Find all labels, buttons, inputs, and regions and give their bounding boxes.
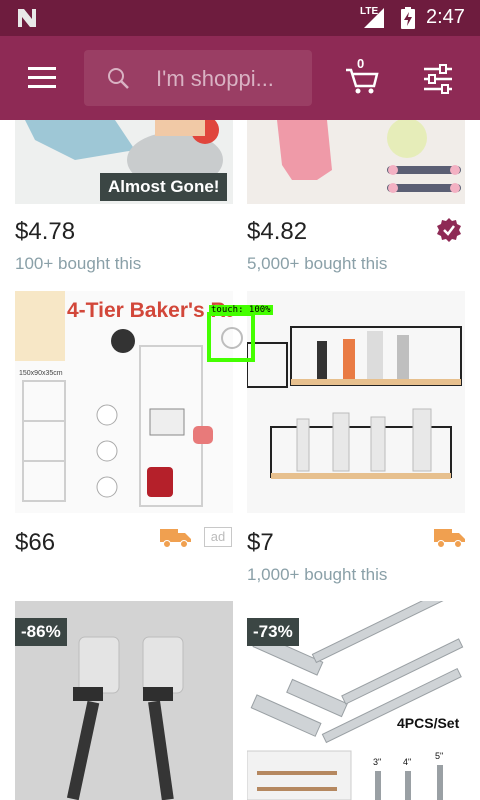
signal-icon: [364, 8, 384, 28]
search-box[interactable]: I'm shoppi...: [84, 50, 312, 106]
product-card[interactable]: $4.82 5,000+ bought this: [247, 120, 465, 290]
touch-indicator: [207, 312, 255, 362]
size-label-4: 4": [403, 757, 411, 767]
android-n-icon: [18, 9, 36, 27]
product-image[interactable]: 4-Tier Baker's Rack 150x90x35cm: [15, 291, 233, 513]
bought-count: 100+ bought this: [15, 254, 142, 273]
product-price: $66: [15, 529, 56, 556]
product-card[interactable]: Almost Gone! $4.78 100+ bought this: [15, 120, 233, 290]
product-card[interactable]: -86%: [15, 601, 233, 800]
menu-icon[interactable]: [22, 60, 62, 96]
filter-settings-icon[interactable]: [420, 62, 456, 96]
image-size-label: 150x90x35cm: [19, 370, 63, 377]
search-icon: [108, 68, 129, 89]
discount-badge: -86%: [15, 618, 67, 646]
product-price: $4.82: [247, 218, 308, 245]
size-label-5: 5": [435, 751, 443, 761]
product-price: $7: [247, 529, 274, 556]
app-bar: I'm shoppi... 0: [0, 36, 480, 120]
size-label-3: 3": [373, 757, 381, 767]
bought-count: 1,000+ bought this: [247, 565, 388, 584]
delivery-truck-icon: [434, 529, 465, 548]
status-bar: LTE 2:47: [0, 0, 480, 36]
battery-charging-icon: [401, 7, 415, 29]
search-input[interactable]: I'm shoppi...: [156, 66, 274, 92]
cart-count-badge: 0: [357, 56, 365, 71]
verified-check-icon: [437, 218, 461, 242]
product-card[interactable]: 4-Tier Baker's Rack 150x90x35cm $66: [15, 291, 233, 591]
product-card[interactable]: $7 1,000+ bought this: [247, 291, 465, 591]
product-image[interactable]: [247, 120, 465, 204]
delivery-truck-icon: [160, 529, 191, 548]
ad-label: ad: [204, 527, 232, 547]
discount-badge: -73%: [247, 618, 299, 646]
product-price: $4.78: [15, 218, 76, 245]
touch-label: touch: 100%: [209, 305, 273, 315]
clock: 2:47: [426, 6, 465, 28]
product-grid: Almost Gone! $4.78 100+ bought this $4.8…: [0, 120, 480, 800]
almost-gone-badge: Almost Gone!: [100, 173, 228, 201]
image-caption: 4PCS/Set: [397, 715, 460, 731]
product-card[interactable]: 4PCS/Set 3" 4" 5" -73%: [247, 601, 465, 800]
product-image[interactable]: [247, 291, 465, 513]
touch-point: [221, 327, 243, 349]
bought-count: 5,000+ bought this: [247, 254, 388, 273]
